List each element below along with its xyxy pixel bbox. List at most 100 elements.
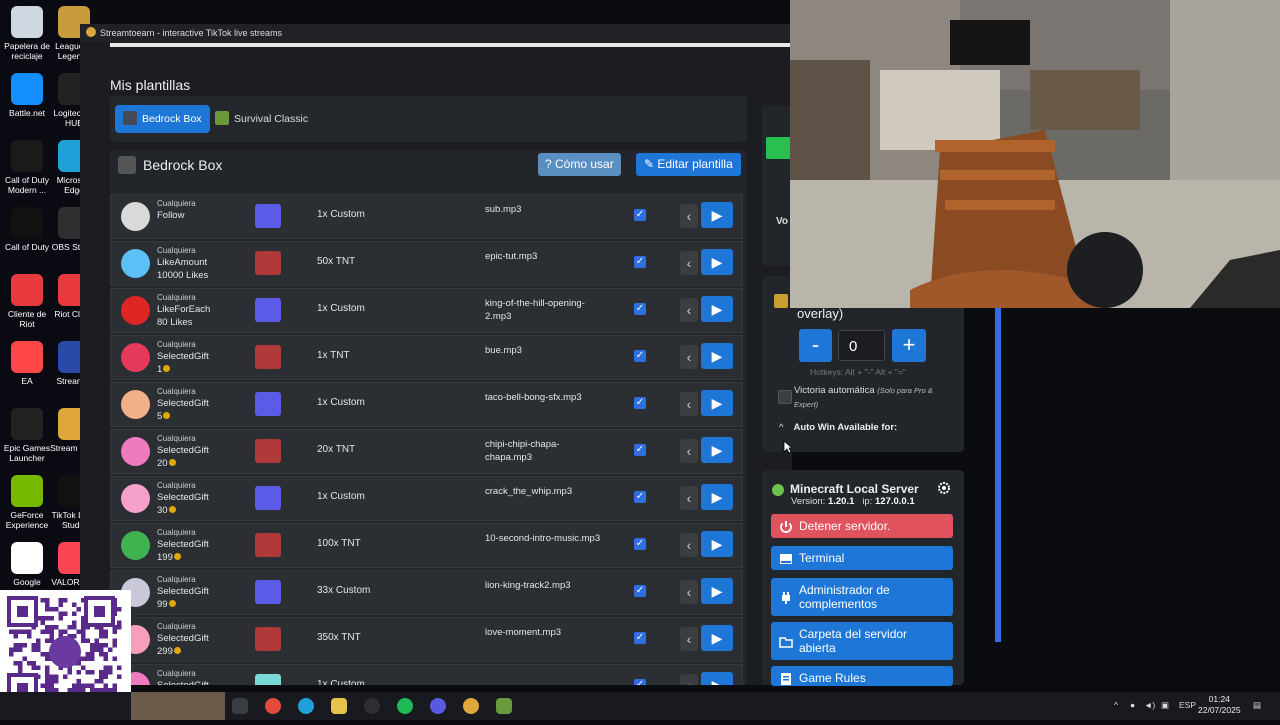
user-filter: Cualquiera [157,528,196,537]
chevron-left-icon[interactable]: ‹ [680,439,698,463]
increment-button[interactable]: + [892,329,926,362]
event-type: SelectedGift 20 [157,445,209,469]
action-label: 1x Custom [317,679,365,685]
plug-icon [782,592,790,604]
enabled-checkbox[interactable]: ✓ [634,585,646,597]
tray-chevron-icon[interactable]: ^ [1114,700,1118,710]
play-button[interactable]: ▶ [701,578,733,604]
streamtoearn-window: Streamtoearn - interactive TikTok live s… [80,24,792,685]
list-icon [781,673,791,685]
file-explorer-icon[interactable] [331,698,347,714]
coin-icon [168,600,176,607]
search-box[interactable] [131,692,225,720]
chevron-left-icon[interactable]: ‹ [680,345,698,369]
enabled-checkbox[interactable]: ✓ [634,209,646,221]
chevron-left-icon[interactable]: ‹ [680,486,698,510]
action-row: Cualquiera SelectedGift 20 20x TNT chipi-chi… [110,429,743,474]
desktop-icon[interactable]: GeForce Experience [3,475,51,530]
enabled-checkbox[interactable]: ✓ [634,444,646,456]
autowin-checkbox[interactable] [778,390,792,404]
chevron-left-icon[interactable]: ‹ [680,533,698,557]
task-view-icon[interactable] [232,698,248,714]
gift-icon [121,437,150,466]
desktop-icon[interactable]: Papelera de reciclaje [3,6,51,61]
volume-icon[interactable]: ◄) [1144,700,1155,710]
chevron-left-icon[interactable]: ‹ [680,674,698,685]
action-row: Cualquiera SelectedGift 1 1x TNT bue.mp3 ✓ ‹ ▶ [110,335,743,380]
sound-file: bue.mp3 [485,345,522,356]
enabled-checkbox[interactable]: ✓ [634,632,646,644]
server-status-dot [772,484,784,496]
desktop-icon[interactable]: Google [3,542,51,587]
tab-survival-classic[interactable]: Survival Classic [207,105,316,133]
desktop-icon[interactable]: Epic Games Launcher [3,408,51,463]
sound-file: taco-bell-bong-sfx.mp3 [485,392,582,403]
clock[interactable]: 01:24 22/07/2025 [1198,694,1241,716]
window-titlebar[interactable]: Streamtoearn - interactive TikTok live s… [80,24,792,42]
play-button[interactable]: ▶ [701,437,733,463]
mic-icon[interactable]: ● [1130,700,1135,710]
green-button-partial[interactable] [766,137,790,159]
decrement-button[interactable]: - [799,329,832,362]
play-button[interactable]: ▶ [701,343,733,369]
chevron-left-icon[interactable]: ‹ [680,392,698,416]
play-button[interactable]: ▶ [701,625,733,651]
minecraft-icon[interactable] [496,698,512,714]
desktop-icon[interactable]: EA [3,341,51,386]
chevron-left-icon[interactable]: ‹ [680,204,698,228]
addons-manager-button[interactable]: Administrador de complementos [771,578,953,616]
tab-bedrock-box[interactable]: Bedrock Box [115,105,210,133]
play-button[interactable]: ▶ [701,296,733,322]
play-button[interactable]: ▶ [701,390,733,416]
desktop-icon[interactable]: Call of Duty Modern ... [3,140,51,195]
block-icon [255,251,281,275]
play-button[interactable]: ▶ [701,484,733,510]
chevron-left-icon[interactable]: ‹ [680,580,698,604]
enabled-checkbox[interactable]: ✓ [634,491,646,503]
gear-icon[interactable] [936,480,952,496]
terminal-button[interactable]: Terminal [771,546,953,570]
desktop-icon[interactable]: Battle.net [3,73,51,118]
enabled-checkbox[interactable]: ✓ [634,256,646,268]
enabled-checkbox[interactable]: ✓ [634,303,646,315]
obs-icon[interactable] [364,698,380,714]
enabled-checkbox[interactable]: ✓ [634,397,646,409]
chevron-left-icon[interactable]: ‹ [680,251,698,275]
win-count-input[interactable]: 0 [838,330,885,361]
how-to-use-button[interactable]: ? Cómo usar [538,153,621,176]
desktop-icon[interactable]: Call of Duty [3,207,51,252]
play-button[interactable]: ▶ [701,531,733,557]
gift-icon [121,202,150,231]
play-button[interactable]: ▶ [701,249,733,275]
chrome-icon[interactable] [265,698,281,714]
play-button[interactable]: ▶ [701,672,733,685]
language-indicator[interactable]: ESP [1179,700,1196,710]
event-type: SelectedGift [157,679,209,685]
enabled-checkbox[interactable]: ✓ [634,679,646,685]
notifications-icon[interactable]: ▤ [1253,700,1261,711]
edit-template-button[interactable]: ✎ Editar plantilla [636,153,741,176]
open-server-folder-button[interactable]: Carpeta del servidor abierta [771,622,953,660]
sidebar-scrollbar[interactable] [995,308,1001,642]
enabled-checkbox[interactable]: ✓ [634,538,646,550]
play-button[interactable]: ▶ [701,202,733,228]
user-filter: Cualquiera [157,481,196,490]
enabled-checkbox[interactable]: ✓ [634,350,646,362]
chevron-left-icon[interactable]: ‹ [680,627,698,651]
chevron-left-icon[interactable]: ‹ [680,298,698,322]
streamtoearn-icon[interactable] [463,698,479,714]
desktop-icon[interactable]: Cliente de Riot [3,274,51,329]
gift-icon [121,484,150,513]
game-rules-button[interactable]: Game Rules [771,666,953,686]
progress-line [110,43,792,47]
desktop-icon-label: Call of Duty Modern ... [5,175,49,195]
event-detail: 5 [157,411,163,422]
app-icon[interactable] [430,698,446,714]
user-filter: Cualquiera [157,669,196,678]
stop-server-button[interactable]: Detener servidor. [771,514,953,538]
spotify-icon[interactable] [397,698,413,714]
action-label: 350x TNT [317,632,361,643]
network-icon[interactable]: ▣ [1161,700,1169,711]
edge-icon[interactable] [298,698,314,714]
autowin-for-toggle[interactable]: ^ Auto Win Available for: [779,422,897,433]
